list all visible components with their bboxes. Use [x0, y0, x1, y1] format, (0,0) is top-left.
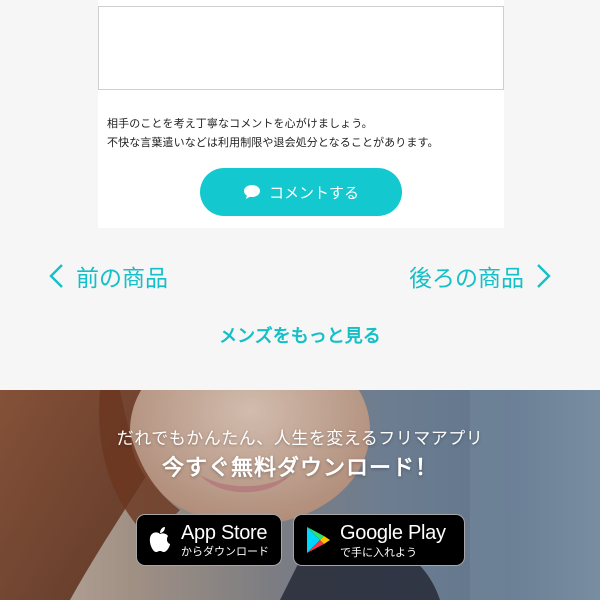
google-play-icon	[307, 527, 330, 553]
next-item-label: 後ろの商品	[409, 266, 524, 292]
notice-line-2: 不快な言葉遣いなどは利用制限や退会処分となることがあります。	[107, 136, 439, 149]
banner-title: 今すぐ無料ダウンロード！	[161, 456, 438, 481]
comment-notice: 相手のことを考え丁寧なコメントを心がけましょう。 不快な言葉遣いなどは利用制限や…	[107, 114, 499, 152]
chevron-right-icon	[537, 264, 551, 288]
google-play-main-label: Google Play	[340, 521, 446, 544]
chevron-left-icon	[49, 264, 63, 288]
google-play-sub-label: で手に入れよう	[340, 545, 417, 559]
comment-panel: 相手のことを考え丁寧なコメントを心がけましょう。 不快な言葉遣いなどは利用制限や…	[98, 0, 504, 228]
prev-item-label: 前の商品	[76, 266, 168, 292]
banner-photo	[0, 390, 600, 600]
app-download-banner: だれでもかんたん、人生を変えるフリマアプリ 今すぐ無料ダウンロード！ App S…	[0, 390, 600, 600]
see-more-mens-link[interactable]: メンズをもっと見る	[0, 322, 600, 348]
next-item-link[interactable]: 後ろの商品	[409, 258, 552, 294]
app-store-sub-label: からダウンロード	[181, 545, 269, 558]
notice-line-1: 相手のことを考え丁寧なコメントを心がけましょう。	[107, 117, 373, 130]
comment-textarea[interactable]	[98, 6, 504, 90]
comment-submit-button[interactable]: コメントする	[200, 168, 402, 216]
prev-item-link[interactable]: 前の商品	[48, 258, 168, 294]
banner-subtitle: だれでもかんたん、人生を変えるフリマアプリ	[116, 429, 484, 449]
speech-bubble-icon	[243, 185, 260, 199]
apple-icon	[149, 527, 170, 552]
app-store-main-label: App Store	[181, 522, 268, 544]
google-play-button[interactable]: Google Play で手に入れよう	[293, 514, 465, 566]
comment-button-label: コメントする	[268, 183, 359, 202]
app-store-button[interactable]: App Store からダウンロード	[136, 514, 282, 566]
